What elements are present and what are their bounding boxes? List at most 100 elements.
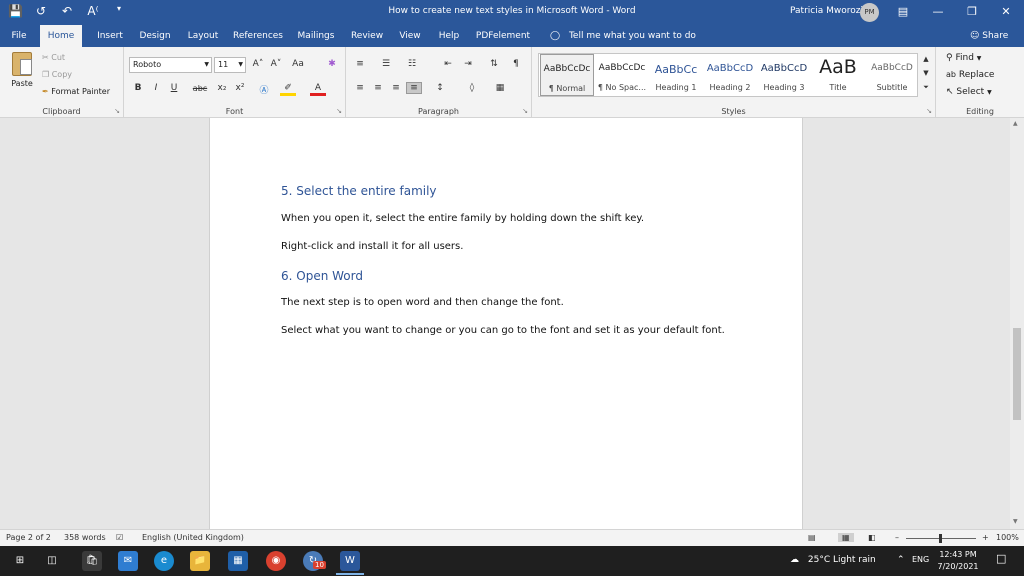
tab-layout[interactable]: Layout [180,25,226,47]
clock[interactable]: 12:43 PM 7/20/2021 [930,549,986,573]
paste-button[interactable]: Paste [8,52,36,98]
tab-references[interactable]: References [230,25,286,47]
superscript-button[interactable]: x² [232,83,248,93]
calculator-icon[interactable]: ▦ [228,551,248,571]
tell-me-search[interactable]: ◯ Tell me what you want to do [550,25,696,47]
show-hidden-icons-icon[interactable]: ⌃ [897,555,905,565]
word-count[interactable]: 358 words [64,533,106,542]
sort-icon[interactable]: ⇅ [486,59,502,69]
underline-button[interactable]: U [166,83,182,93]
style-heading-3[interactable]: AaBbCcD Heading 3 [757,54,811,96]
strikethrough-button[interactable]: abc [190,84,210,93]
copy-button[interactable]: ❐ Copy [42,70,72,79]
task-view-icon[interactable]: ◫ [42,551,62,571]
scroll-down-icon[interactable]: ▼ [1013,518,1018,525]
find-button[interactable]: ⚲ Find ▼ [946,53,981,63]
line-spacing-icon[interactable]: ↕ [432,83,448,93]
subscript-button[interactable]: x₂ [214,83,230,93]
font-name-box[interactable]: Roboto ▼ [129,57,212,73]
tab-design[interactable]: Design [134,25,176,47]
cut-button[interactable]: ✂ Cut [42,53,65,62]
shrink-font-button[interactable]: A˅ [268,59,284,69]
multilevel-list-icon[interactable]: ☷ [404,59,420,69]
replace-button[interactable]: ab Replace [946,70,994,80]
document-page[interactable]: 5. Select the entire family When you ope… [209,118,803,529]
format-painter-button[interactable]: ✒ Format Painter [42,87,110,96]
style-heading-2[interactable]: AaBbCcD Heading 2 [703,54,757,96]
clear-formatting-icon[interactable]: ✱ [324,59,340,69]
mail-icon[interactable]: ✉ [118,551,138,571]
ribbon-tabs: File Home Insert Design Layout Reference… [0,25,1024,47]
select-button[interactable]: ↖ Select ▼ [946,87,992,97]
tab-insert[interactable]: Insert [88,25,132,47]
scroll-up-icon[interactable]: ▲ [1013,120,1018,127]
italic-button[interactable]: I [148,83,164,93]
windows-start-icon[interactable]: ⊞ [10,551,30,571]
style-normal[interactable]: AaBbCcDc ¶ Normal [540,54,594,96]
chrome-icon[interactable]: ◉ [266,551,286,571]
word-icon[interactable]: W [340,551,360,571]
dialog-launcher-icon[interactable]: ↘ [114,107,120,115]
weather-widget[interactable]: ☁ 25°C Light rain [790,555,876,565]
styles-more-icon[interactable]: ⏷ [918,83,934,92]
zoom-slider-thumb[interactable] [939,534,942,543]
close-icon[interactable]: ✕ [996,3,1016,21]
grow-font-button[interactable]: A˄ [250,59,266,69]
notifications-icon[interactable]: □ [996,552,1006,565]
web-layout-icon[interactable]: ◧ [868,533,876,542]
justify-icon[interactable]: ≡ [406,82,422,94]
zoom-in-button[interactable]: + [982,533,989,542]
tab-file[interactable]: File [4,25,34,47]
styles-scroll-up-icon[interactable]: ▲ [918,55,934,63]
style-no-spacing[interactable]: AaBbCcDc ¶ No Spac... [595,54,649,96]
style-heading-1[interactable]: AaBbCc Heading 1 [649,54,703,96]
align-left-icon[interactable]: ≡ [352,83,368,93]
vertical-scrollbar[interactable]: ▲ ▼ [1010,118,1024,529]
zoom-level[interactable]: 100% [996,533,1019,542]
text-effects-icon[interactable]: Ⓐ [256,83,272,96]
bullets-icon[interactable]: ≡ [352,59,368,69]
styles-scroll-down-icon[interactable]: ▼ [918,69,934,77]
scrollbar-thumb[interactable] [1013,328,1021,420]
dialog-launcher-icon[interactable]: ↘ [522,107,528,115]
align-right-icon[interactable]: ≡ [388,83,404,93]
edge-icon[interactable]: e [154,551,174,571]
increase-indent-icon[interactable]: ⇥ [460,59,476,69]
minimize-icon[interactable]: — [928,3,948,21]
borders-icon[interactable]: ▦ [492,83,508,93]
dialog-launcher-icon[interactable]: ↘ [926,107,932,115]
tab-review[interactable]: Review [346,25,388,47]
tab-mailings[interactable]: Mailings [292,25,340,47]
language-status[interactable]: English (United Kingdom) [142,533,244,542]
file-explorer-icon[interactable]: 📁 [190,551,210,571]
change-case-button[interactable]: Aa [288,59,308,69]
style-subtitle[interactable]: AaBbCcD Subtitle [865,54,919,96]
ribbon-display-options-icon[interactable]: ▤ [893,3,913,21]
restore-icon[interactable]: ❐ [962,3,982,21]
dialog-launcher-icon[interactable]: ↘ [336,107,342,115]
style-title[interactable]: AaB Title [811,54,865,96]
read-mode-icon[interactable]: ▤ [808,533,816,542]
font-color-icon[interactable]: A [310,83,326,96]
share-button[interactable]: ☺ Share [970,25,1008,47]
bold-button[interactable]: B [130,83,146,93]
proofing-icon[interactable]: ☑ [116,533,123,542]
print-layout-icon[interactable]: ▦ [838,533,854,542]
align-center-icon[interactable]: ≡ [370,83,386,93]
page-count[interactable]: Page 2 of 2 [6,533,51,542]
avatar[interactable]: PM [860,3,879,22]
show-formatting-icon[interactable]: ¶ [508,59,524,69]
highlight-icon[interactable]: ✐ [280,83,296,96]
input-language[interactable]: ENG [912,555,929,564]
decrease-indent-icon[interactable]: ⇤ [440,59,456,69]
user-name[interactable]: Patricia Mworozi [790,6,863,16]
font-size-box[interactable]: 11 ▼ [214,57,246,73]
numbering-icon[interactable]: ☰ [378,59,394,69]
zoom-out-button[interactable]: – [895,533,899,542]
tab-pdfelement[interactable]: PDFelement [472,25,534,47]
shading-icon[interactable]: ◊ [464,83,480,93]
tab-view[interactable]: View [394,25,426,47]
tab-help[interactable]: Help [432,25,466,47]
store-icon[interactable]: 🛍 [82,551,102,571]
tab-home[interactable]: Home [40,25,82,47]
